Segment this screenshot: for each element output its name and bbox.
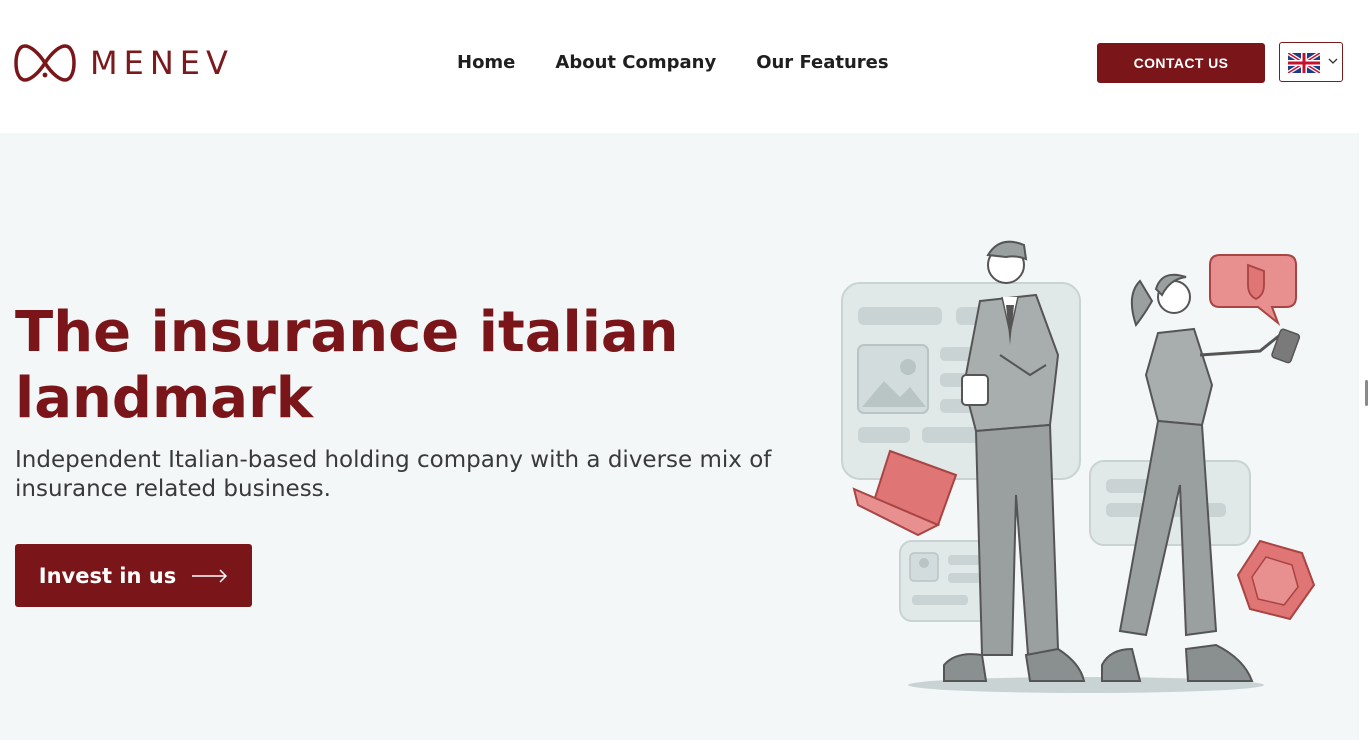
nav-about-company[interactable]: About Company [555, 52, 716, 73]
nav-home[interactable]: Home [457, 52, 515, 73]
scrollbar-track[interactable] [1359, 0, 1369, 740]
business-people-illustration [841, 240, 1316, 693]
nav-our-features[interactable]: Our Features [756, 52, 888, 73]
invest-button-label: Invest in us [38, 563, 177, 588]
infinity-logo-icon [14, 44, 76, 82]
arrow-right-icon [192, 568, 228, 583]
brand-name: MENEV [90, 44, 234, 82]
language-selector[interactable] [1279, 42, 1343, 82]
hero-subtitle: Independent Italian-based holding compan… [15, 447, 772, 502]
contact-us-button[interactable]: CONTACT US [1097, 43, 1265, 83]
chevron-down-icon [1328, 58, 1338, 64]
uk-flag-icon [1288, 53, 1320, 73]
brand-logo[interactable]: MENEV [14, 42, 234, 84]
main-nav: Home About Company Our Features [457, 52, 929, 73]
scrollbar-thumb[interactable] [1365, 380, 1368, 406]
hero-title: The insurance italian landmark [15, 300, 679, 431]
invest-in-us-button[interactable]: Invest in us [15, 544, 252, 607]
